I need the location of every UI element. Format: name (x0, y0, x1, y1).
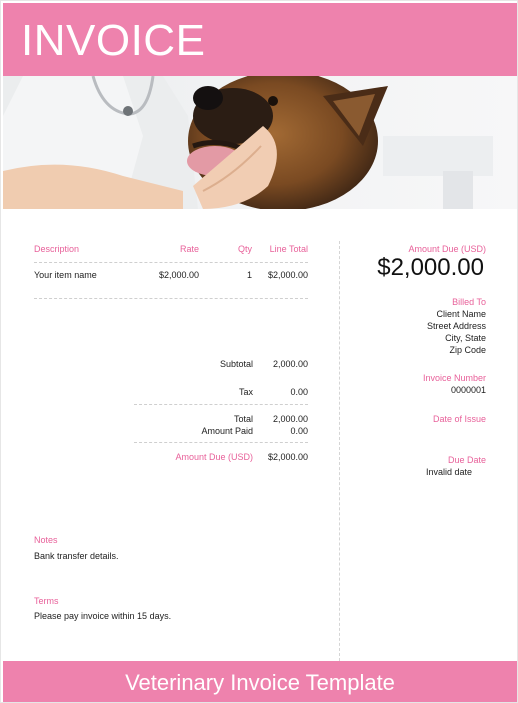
amount-paid-value: 0.00 (290, 426, 308, 436)
invoice-footer: Veterinary Invoice Template (3, 661, 517, 702)
col-header-description: Description (34, 244, 80, 254)
subtotal-label: Subtotal (219, 359, 253, 369)
billed-to-street: Street Address (426, 321, 486, 331)
invoice-page: INVOICE Description Rate Qty Line Total … (0, 0, 518, 703)
col-header-rate: Rate (179, 244, 199, 254)
col-header-qty: Qty (237, 244, 252, 254)
notes-text: Bank transfer details. (34, 551, 119, 561)
total-value: 2,000.00 (272, 414, 308, 424)
invoice-title: INVOICE (21, 16, 206, 65)
date-of-issue-label: Date of Issue (432, 414, 486, 424)
col-header-line-total: Line Total (269, 244, 308, 254)
tax-label: Tax (238, 387, 253, 397)
amount-due-value: $2,000.00 (267, 452, 308, 462)
header-divider (34, 262, 308, 263)
vet-dog-photo (3, 76, 517, 209)
terms-label: Terms (34, 596, 59, 606)
item-rate: $2,000.00 (158, 270, 199, 280)
notes-label: Notes (34, 535, 58, 545)
footer-title: Veterinary Invoice Template (125, 670, 395, 695)
billed-to-label: Billed To (452, 297, 486, 307)
sidebar-amount-due-label: Amount Due (USD) (408, 244, 486, 254)
tax-value: 0.00 (290, 387, 308, 397)
column-divider (339, 241, 340, 661)
invoice-number-value: 0000001 (450, 385, 486, 395)
sidebar-amount-due-value: $2,000.00 (377, 254, 484, 281)
billed-to-city: City, State (445, 333, 486, 343)
item-line-total: $2,000.00 (267, 270, 308, 280)
item-description: Your item name (34, 270, 97, 280)
terms-text: Please pay invoice within 15 days. (34, 611, 172, 621)
due-date-label: Due Date (447, 455, 486, 465)
tax-divider (134, 404, 308, 405)
row-divider (34, 298, 308, 299)
amount-due-label: Amount Due (USD) (175, 452, 253, 462)
billed-to-zip: Zip Code (449, 345, 486, 355)
invoice-header: INVOICE (3, 3, 517, 76)
hero-image (3, 76, 517, 209)
subtotal-value: 2,000.00 (272, 359, 308, 369)
amount-paid-label: Amount Paid (201, 426, 253, 436)
item-qty: 1 (246, 270, 252, 280)
total-label: Total (233, 414, 253, 424)
billed-to-client-name: Client Name (436, 309, 486, 319)
paid-divider (134, 442, 308, 443)
invoice-number-label: Invoice Number (422, 373, 486, 383)
due-date-value: Invalid date (425, 467, 472, 477)
